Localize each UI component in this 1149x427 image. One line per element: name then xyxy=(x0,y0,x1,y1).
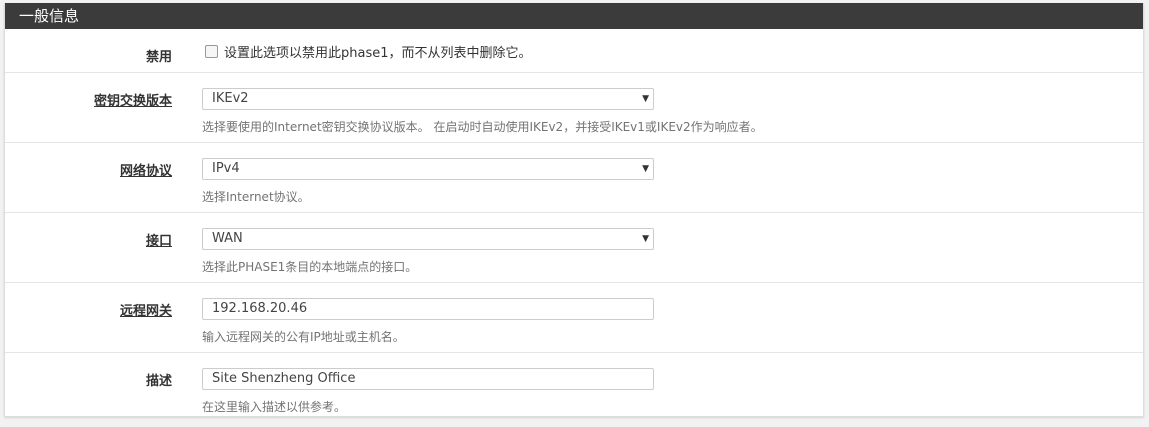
remote-gateway-field: 192.168.20.46 输入远程网关的公有IP地址或主机名。 xyxy=(202,298,654,345)
key-exchange-select[interactable]: IKEv2 ▼ xyxy=(202,88,654,110)
general-info-panel: 一般信息 禁用 设置此选项以禁用此phase1，而不从列表中删除它。 密钥交换版… xyxy=(4,3,1144,417)
chevron-down-icon: ▼ xyxy=(642,164,649,174)
ip-protocol-label: 网络协议 xyxy=(119,164,172,179)
description-field: Site Shenzheng Office 在这里输入描述以供参考。 xyxy=(202,368,654,415)
panel-title: 一般信息 xyxy=(5,3,1143,29)
ip-protocol-value: IPv4 xyxy=(212,161,240,176)
disable-row: 禁用 设置此选项以禁用此phase1，而不从列表中删除它。 xyxy=(5,29,1143,73)
key-exchange-field: IKEv2 ▼ 选择要使用的Internet密钥交换协议版本。 在启动时自动使用… xyxy=(202,88,763,135)
description-input[interactable]: Site Shenzheng Office xyxy=(202,368,654,390)
interface-label: 接口 xyxy=(145,234,172,249)
description-help: 在这里输入描述以供参考。 xyxy=(202,400,347,414)
key-exchange-label: 密钥交换版本 xyxy=(93,94,172,109)
interface-value: WAN xyxy=(212,231,243,246)
chevron-down-icon: ▼ xyxy=(642,234,649,244)
interface-help: 选择此PHASE1条目的本地端点的接口。 xyxy=(202,260,418,274)
ip-protocol-select[interactable]: IPv4 ▼ xyxy=(202,158,654,180)
disable-checkbox-text: 设置此选项以禁用此phase1，而不从列表中删除它。 xyxy=(224,46,532,61)
key-exchange-value: IKEv2 xyxy=(212,91,249,106)
remote-gateway-help: 输入远程网关的公有IP地址或主机名。 xyxy=(202,330,405,344)
disable-checkbox[interactable] xyxy=(205,45,218,58)
key-exchange-row: 密钥交换版本 IKEv2 ▼ 选择要使用的Internet密钥交换协议版本。 在… xyxy=(5,73,1143,143)
disable-checkbox-group: 设置此选项以禁用此phase1，而不从列表中删除它。 xyxy=(205,42,532,61)
description-row: 描述 Site Shenzheng Office 在这里输入描述以供参考。 xyxy=(5,353,1143,422)
chevron-down-icon: ▼ xyxy=(642,94,649,104)
remote-gateway-input[interactable]: 192.168.20.46 xyxy=(202,298,654,320)
description-label: 描述 xyxy=(145,374,172,389)
ip-protocol-field: IPv4 ▼ 选择Internet协议。 xyxy=(202,158,654,205)
disable-label: 禁用 xyxy=(145,50,172,65)
ip-protocol-row: 网络协议 IPv4 ▼ 选择Internet协议。 xyxy=(5,143,1143,213)
key-exchange-help: 选择要使用的Internet密钥交换协议版本。 在启动时自动使用IKEv2，并接… xyxy=(202,120,763,134)
interface-row: 接口 WAN ▼ 选择此PHASE1条目的本地端点的接口。 xyxy=(5,213,1143,283)
ip-protocol-help: 选择Internet协议。 xyxy=(202,190,310,204)
remote-gateway-label: 远程网关 xyxy=(119,304,172,319)
interface-select[interactable]: WAN ▼ xyxy=(202,228,654,250)
remote-gateway-row: 远程网关 192.168.20.46 输入远程网关的公有IP地址或主机名。 xyxy=(5,283,1143,353)
interface-field: WAN ▼ 选择此PHASE1条目的本地端点的接口。 xyxy=(202,228,654,275)
